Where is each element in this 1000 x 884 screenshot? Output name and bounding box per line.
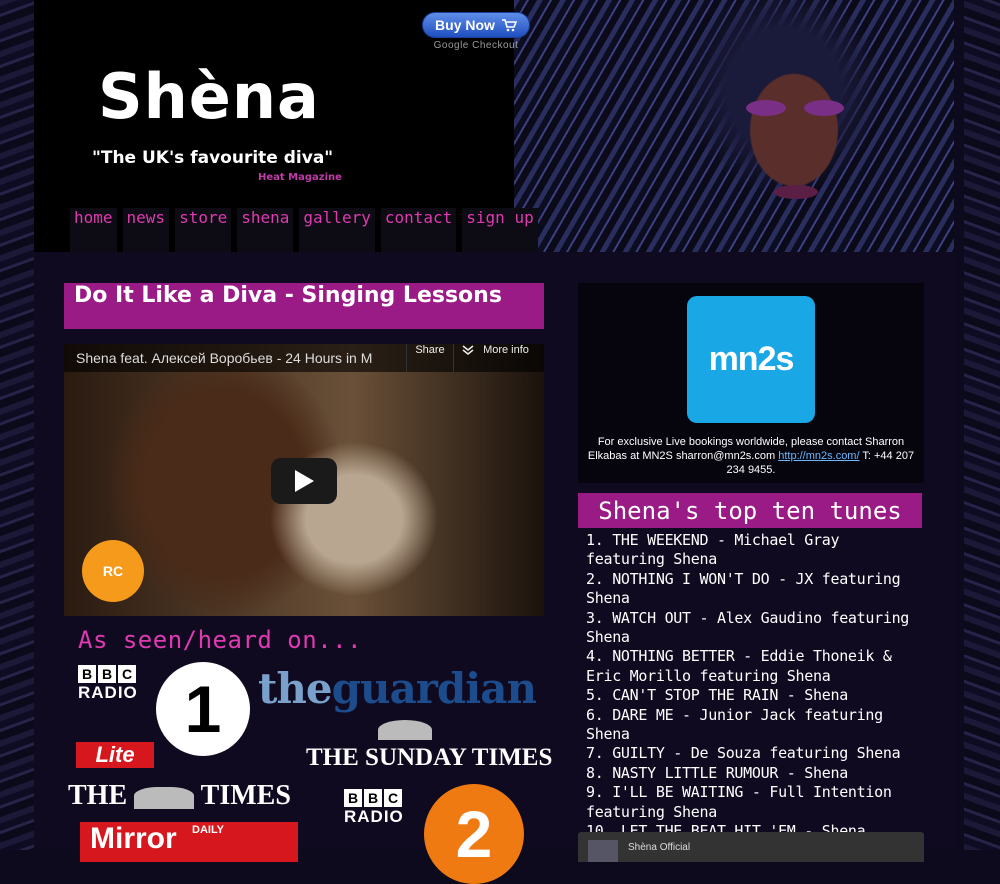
video-more-info-button[interactable]: More info bbox=[462, 344, 529, 372]
bbc-radio-logo-1: BBC RADIO bbox=[78, 664, 138, 703]
portrait-left-eye bbox=[746, 100, 786, 116]
the-times-right: TIMES bbox=[200, 780, 291, 811]
bbc-letter: B bbox=[364, 789, 382, 807]
guardian-logo: theguardian bbox=[258, 664, 537, 713]
tagline: "The UK's favourite diva" bbox=[92, 148, 334, 168]
list-item: 9. I'LL BE WAITING - Full Intention feat… bbox=[586, 783, 892, 821]
left-feather-border bbox=[0, 0, 36, 850]
mirror-name: Mirror bbox=[90, 822, 177, 855]
bbc-radio-text: RADIO bbox=[78, 683, 138, 702]
nav-gallery[interactable]: gallery bbox=[299, 208, 375, 252]
radio-2-logo: 2 bbox=[424, 784, 524, 884]
site-header: Buy Now Google Checkout Shèna "The UK's … bbox=[34, 0, 954, 252]
sunday-times-logo: THE SUNDAY TIMES bbox=[306, 744, 553, 771]
list-item: 8. NASTY LITTLE RUMOUR - Shena bbox=[586, 763, 848, 782]
nav-shena[interactable]: shena bbox=[237, 208, 294, 252]
right-feather-border bbox=[964, 0, 1000, 850]
nav-contact[interactable]: contact bbox=[380, 208, 457, 252]
play-button[interactable] bbox=[271, 458, 337, 504]
list-item: 7. GUILTY - De Souza featuring Shena bbox=[586, 744, 901, 763]
bbc-letter: B bbox=[344, 789, 362, 807]
section-title: Do It Like a Diva - Singing Lessons bbox=[64, 283, 544, 329]
cart-icon bbox=[501, 18, 517, 31]
video-share-button[interactable]: Share bbox=[406, 344, 454, 372]
list-item: 6. DARE ME - Junior Jack featuring Shena bbox=[586, 705, 883, 744]
nav-store[interactable]: store bbox=[175, 208, 232, 252]
main-nav: home news store shena gallery contact si… bbox=[70, 208, 538, 252]
nav-sign-up[interactable]: sign up bbox=[462, 208, 538, 252]
rc-channel-badge: RC bbox=[82, 540, 144, 602]
bbc-letter: C bbox=[118, 665, 136, 683]
guardian-name: guardian bbox=[331, 664, 537, 713]
nav-news[interactable]: news bbox=[122, 208, 170, 252]
top-ten-title: Shena's top ten tunes bbox=[578, 493, 922, 528]
mn2s-link[interactable]: http://mn2s.com/ bbox=[778, 450, 859, 462]
the-times-crest-icon bbox=[134, 786, 195, 809]
lite-fm-logo: Lite bbox=[76, 742, 154, 768]
facebook-widget[interactable]: Shèna Official bbox=[578, 832, 924, 862]
bbc-radio-logo-2: BBC RADIO bbox=[344, 788, 404, 827]
portrait-right-eye bbox=[804, 100, 844, 116]
facebook-avatar bbox=[588, 840, 618, 862]
daily-mirror-logo: DAILY Mirror bbox=[80, 822, 298, 862]
mirror-daily: DAILY bbox=[192, 824, 224, 836]
nav-home[interactable]: home bbox=[70, 208, 117, 252]
mn2s-logo[interactable]: mn2s bbox=[687, 296, 815, 423]
radio-1-logo: 1 bbox=[156, 662, 250, 756]
list-item: 2. NOTHING I WON'T DO - JX featuring She… bbox=[586, 569, 901, 608]
site-logo[interactable]: Shèna bbox=[98, 66, 320, 128]
video-more-info-label: More info bbox=[483, 344, 529, 356]
top-ten-list: 1. THE WEEKEND - Michael Gray featuring … bbox=[586, 531, 924, 842]
the-times-logo: THE TIMES bbox=[68, 780, 291, 812]
list-item: 5. CAN'T STOP THE RAIN - Shena bbox=[586, 686, 848, 705]
guardian-the: the bbox=[258, 664, 333, 713]
the-times-left: THE bbox=[68, 780, 128, 811]
list-item: 4. NOTHING BETTER - Eddie Thoneik & Eric… bbox=[586, 647, 892, 685]
facebook-page-name[interactable]: Shèna Official bbox=[628, 842, 690, 853]
bbc-letter: B bbox=[98, 665, 116, 683]
bbc-radio-text: RADIO bbox=[344, 807, 404, 826]
list-item: 1. THE WEEKEND - Michael Gray featuring … bbox=[586, 531, 840, 569]
google-checkout-label: Google Checkout bbox=[433, 40, 519, 51]
bbc-letter: C bbox=[384, 789, 402, 807]
buy-now-label: Buy Now bbox=[435, 17, 495, 33]
seen-heard-title: As seen/heard on... bbox=[78, 626, 363, 654]
portrait-lips bbox=[774, 185, 818, 199]
list-item: 3. WATCH OUT - Alex Gaudino featuring Sh… bbox=[586, 608, 910, 647]
video-player[interactable]: Shena feat. Алексей Воробьев - 24 Hours … bbox=[64, 344, 544, 616]
buy-now-button[interactable]: Buy Now bbox=[422, 12, 530, 38]
booking-panel: mn2s For exclusive Live bookings worldwi… bbox=[578, 283, 924, 483]
chevron-down-icon bbox=[462, 345, 474, 356]
header-portrait-image bbox=[514, 0, 954, 252]
bbc-letter: B bbox=[78, 665, 96, 683]
play-icon bbox=[295, 470, 314, 492]
sunday-times-crest-icon bbox=[378, 720, 432, 740]
video-title[interactable]: Shena feat. Алексей Воробьев - 24 Hours … bbox=[76, 350, 406, 366]
booking-info: For exclusive Live bookings worldwide, p… bbox=[578, 435, 924, 477]
tagline-source: Heat Magazine bbox=[258, 172, 342, 183]
